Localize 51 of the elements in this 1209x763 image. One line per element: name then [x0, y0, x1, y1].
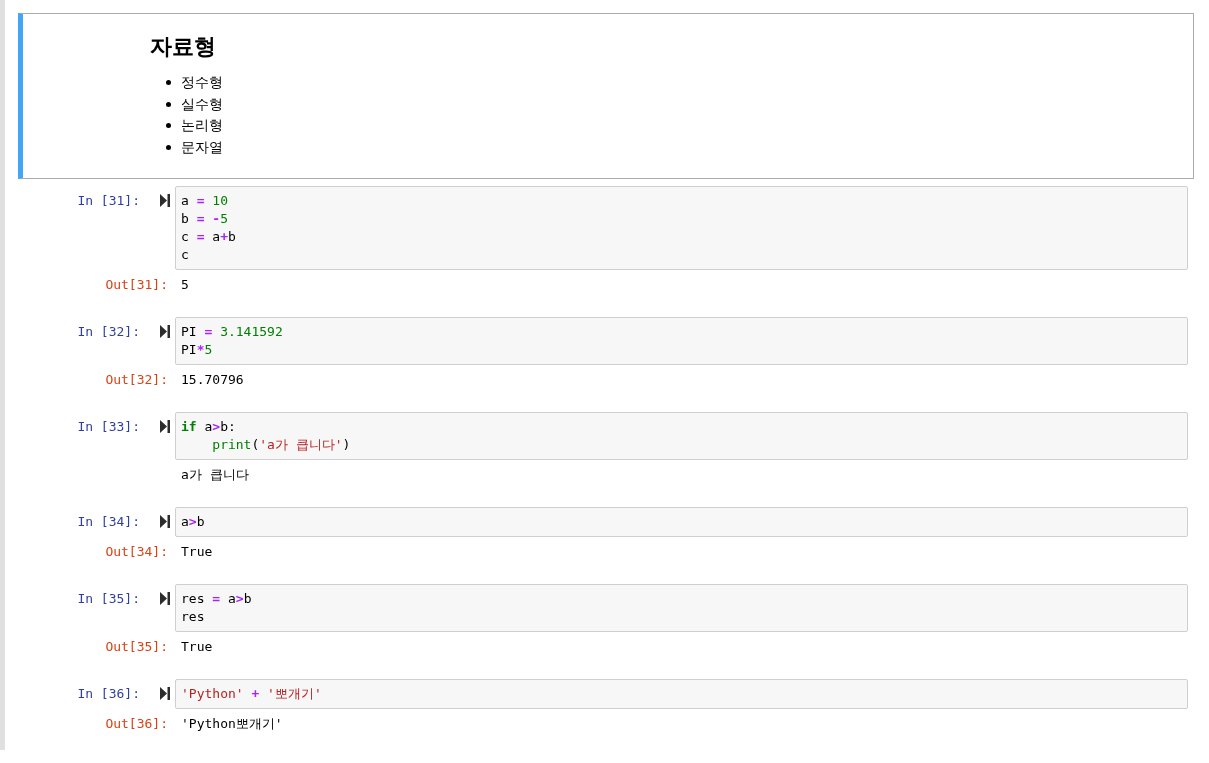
input-prompt: In [36]: [77, 686, 140, 702]
list-item: 실수형 [181, 94, 223, 114]
code-line: b = -5 [181, 210, 229, 228]
code-line: res [181, 608, 206, 626]
run-icon[interactable] [160, 325, 170, 338]
run-icon[interactable] [160, 515, 170, 528]
input-prompt: In [31]: [77, 193, 140, 209]
input-prompt: In [32]: [77, 324, 140, 340]
output-prompt: Out[31]: [105, 276, 168, 294]
bullet-icon [166, 144, 171, 150]
code-line: c = a+b [181, 228, 237, 246]
output-text: 5 [180, 276, 189, 294]
run-icon[interactable] [160, 687, 170, 700]
output-prompt: Out[32]: [105, 371, 168, 389]
code-input[interactable]: res = a>b res [175, 584, 1188, 632]
code-input[interactable]: 'Python' + '뽀개기' [175, 679, 1188, 709]
markdown-cell[interactable]: 자료형 정수형 실수형 논리형 문자열 [18, 13, 1194, 179]
bullet-icon [166, 123, 171, 129]
code-input[interactable]: if a>b: print('a가 큽니다') [175, 412, 1188, 460]
input-prompt: In [34]: [77, 514, 140, 530]
list-item: 정수형 [181, 73, 223, 92]
code-line: PI*5 [181, 341, 214, 359]
list-item: 문자열 [181, 137, 223, 157]
code-line: PI = 3.141592 [181, 323, 284, 341]
code-line: 'Python' + '뽀개기' [181, 685, 323, 703]
output-text: a가 큽니다 [180, 466, 249, 484]
code-line: a = 10 [181, 192, 229, 210]
code-line: if a>b: [181, 418, 237, 436]
input-prompt: In [35]: [77, 591, 140, 607]
run-icon[interactable] [160, 592, 170, 605]
heading: 자료형 [150, 33, 217, 61]
output-text: True [180, 543, 213, 561]
output-prompt: Out[34]: [105, 543, 168, 561]
code-line: res = a>b [181, 590, 253, 608]
code-input[interactable]: a = 10 b = -5 c = a+b c [175, 186, 1188, 270]
output-prompt: Out[35]: [105, 638, 168, 656]
output-text: 'Python뽀개기' [180, 715, 283, 733]
bullet-icon [166, 101, 171, 107]
code-line: c [181, 246, 190, 264]
output-text: 15.70796 [180, 371, 244, 389]
run-icon[interactable] [160, 420, 170, 433]
code-line: a>b [181, 513, 206, 531]
run-icon[interactable] [160, 194, 170, 207]
list-item: 논리형 [181, 116, 223, 135]
code-input[interactable]: a>b [175, 507, 1188, 537]
code-input[interactable]: PI = 3.141592 PI*5 [175, 317, 1188, 365]
input-prompt: In [33]: [77, 419, 140, 435]
bullet-icon [166, 80, 171, 86]
output-prompt: Out[36]: [105, 715, 168, 733]
code-line: print('a가 큽니다') [211, 436, 352, 454]
output-text: True [180, 638, 213, 656]
